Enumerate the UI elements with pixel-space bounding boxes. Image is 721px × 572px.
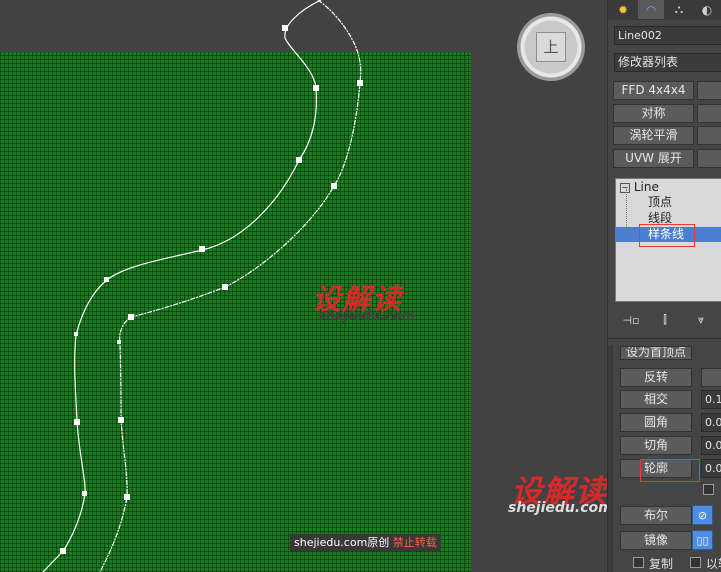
modifier-button-slot[interactable] <box>697 126 721 145</box>
symmetry-modifier-button[interactable]: 对称 <box>613 104 694 123</box>
vertex-handle[interactable] <box>222 284 228 290</box>
vertex-handle[interactable] <box>74 419 80 425</box>
perspective-viewport[interactable]: 上 设解读 shejiedu.com 设解读 shejiedu.com原创 禁止… <box>0 0 607 572</box>
about-pivot-label: 以轴 <box>706 557 721 571</box>
create-tab-icon[interactable]: ✹ <box>610 0 636 19</box>
stack-tree-line <box>626 189 628 235</box>
mirror-button[interactable]: 镜像 <box>620 531 692 550</box>
vertex-handle[interactable] <box>296 157 302 163</box>
vertex-handle[interactable] <box>82 491 87 496</box>
mirror-horizontal-icon[interactable]: ▯▯ <box>692 530 713 550</box>
command-panel-tabs: ✹ ◠ ⛬ ◐ <box>608 0 721 20</box>
stack-item-vertex[interactable]: 顶点 <box>648 195 672 210</box>
center-checkbox[interactable] <box>703 484 714 495</box>
spline-curve-left <box>42 0 322 572</box>
credit-original: 原创 <box>367 536 390 549</box>
hierarchy-tab-icon[interactable]: ⛬ <box>666 0 692 19</box>
vertex-handle[interactable] <box>74 332 78 336</box>
fillet-amount-field[interactable]: 0.0 <box>701 413 721 432</box>
vertex-handle[interactable] <box>331 183 337 189</box>
fillet-button[interactable]: 圆角 <box>620 413 692 432</box>
credit-site: shejiedu.com <box>294 536 368 549</box>
reverse-button[interactable]: 反转 <box>620 368 692 387</box>
vertex-handle[interactable] <box>118 417 124 423</box>
ffd-modifier-button[interactable]: FFD 4x4x4 <box>613 81 694 100</box>
vertex-handle[interactable] <box>128 314 134 320</box>
modify-tab-icon[interactable]: ◠ <box>638 0 664 19</box>
about-pivot-checkbox[interactable] <box>690 557 701 568</box>
motion-tab-icon[interactable]: ◐ <box>694 0 720 19</box>
vertex-handle[interactable] <box>104 277 109 282</box>
vertex-handle[interactable] <box>60 548 66 554</box>
chamfer-button[interactable]: 切角 <box>620 436 692 455</box>
vertex-handle[interactable] <box>357 80 363 86</box>
modifier-button-slot[interactable] <box>697 104 721 123</box>
credit-banner: shejiedu.com原创 禁止转载 <box>290 534 441 551</box>
copy-checkbox[interactable] <box>633 557 644 568</box>
show-end-result-icon[interactable]: ⫿ <box>656 312 674 328</box>
modifier-button-slot[interactable] <box>697 149 721 168</box>
make-unique-icon[interactable]: ⩔ <box>692 312 710 328</box>
intersect-button[interactable]: 相交 <box>620 390 692 409</box>
command-panel: ✹ ◠ ⛬ ◐ Line002 修改器列表 FFD 4x4x4 对称 涡轮平滑 … <box>608 0 721 572</box>
intersect-threshold-field[interactable]: 0.1 <box>701 390 721 409</box>
highlight-box-outline <box>640 459 700 482</box>
object-name-field[interactable]: Line002 <box>614 26 721 45</box>
vertex-handle[interactable] <box>282 25 288 31</box>
collapse-icon[interactable]: − <box>620 182 630 193</box>
watermark-url-secondary: shejiedu.com <box>508 500 613 516</box>
chamfer-amount-field[interactable]: 0.0 <box>701 436 721 455</box>
rollout-separator <box>608 338 721 339</box>
vertex-handle[interactable] <box>117 340 121 344</box>
outline-width-field[interactable]: 0.0 <box>701 459 721 478</box>
boolean-button[interactable]: 布尔 <box>620 506 692 525</box>
vertex-handle[interactable] <box>124 494 130 500</box>
watermark-url: shejiedu.com <box>318 309 416 324</box>
rollout-scrollbar[interactable] <box>608 345 613 572</box>
reverse-option-slot[interactable] <box>701 368 721 387</box>
pin-stack-icon[interactable]: ⊣▫ <box>622 312 640 328</box>
turbosmooth-modifier-button[interactable]: 涡轮平滑 <box>613 126 694 145</box>
vertex-handle[interactable] <box>313 85 319 91</box>
highlight-box-spline <box>639 224 695 247</box>
boolean-union-icon[interactable]: ⊘ <box>692 505 713 525</box>
copy-label: 复制 <box>649 557 674 571</box>
modifier-button-slot[interactable] <box>697 81 721 100</box>
modifier-list-dropdown[interactable]: 修改器列表 <box>614 53 721 72</box>
uvw-unwrap-modifier-button[interactable]: UVW 展开 <box>613 149 694 168</box>
stack-item-line-label: Line <box>633 180 659 194</box>
vertex-handle[interactable] <box>199 246 205 252</box>
credit-no-repost: 禁止转载 <box>392 536 437 549</box>
make-first-vertex-button[interactable]: 设为首顶点 <box>620 346 692 360</box>
